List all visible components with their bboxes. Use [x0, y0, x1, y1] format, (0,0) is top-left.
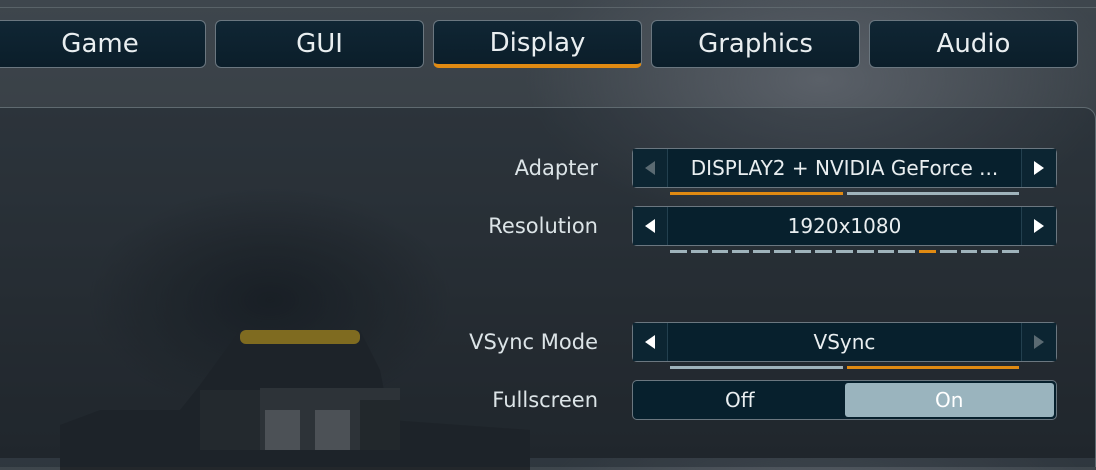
option-indicator-segment — [670, 366, 843, 369]
top-divider — [0, 7, 1096, 8]
fullscreen-off-option[interactable]: Off — [635, 383, 845, 417]
chevron-left-icon — [645, 161, 655, 175]
option-indicator-segment — [670, 250, 687, 253]
chevron-left-icon — [645, 219, 655, 233]
vsync-mode-value: VSync — [813, 330, 876, 354]
tab-label: Graphics — [698, 29, 813, 59]
option-indicator-segment — [753, 250, 770, 253]
option-indicator-segment — [877, 250, 895, 253]
tab-label: Audio — [936, 29, 1011, 59]
vsync-mode-selector[interactable]: VSync — [632, 322, 1057, 362]
tab-graphics[interactable]: Graphics — [651, 20, 860, 68]
tab-audio[interactable]: Audio — [869, 20, 1078, 68]
chevron-left-icon — [645, 335, 655, 349]
tab-display[interactable]: Display — [433, 20, 642, 68]
resolution-option-indicator — [670, 250, 1020, 253]
chevron-right-icon — [1034, 219, 1044, 233]
option-indicator-segment — [898, 250, 916, 253]
option-indicator-segment — [939, 250, 957, 253]
fullscreen-on-option[interactable]: On — [844, 383, 1054, 417]
adapter-next-button[interactable] — [1021, 149, 1056, 187]
option-indicator-segment — [794, 250, 812, 253]
chevron-right-icon — [1034, 161, 1044, 175]
option-indicator-segment — [836, 250, 853, 253]
fullscreen-toggle[interactable]: Off On — [632, 380, 1057, 420]
vsync-prev-button[interactable] — [633, 323, 668, 361]
option-indicator-segment — [670, 192, 843, 195]
option-indicator-segment — [981, 250, 999, 253]
adapter-value: DISPLAY2 + NVIDIA GeForce ... — [690, 156, 999, 180]
tab-label: Display — [489, 27, 586, 58]
option-indicator-segment — [846, 366, 1019, 369]
vsync-next-button[interactable] — [1021, 323, 1056, 361]
resolution-value: 1920x1080 — [787, 214, 902, 238]
vsync-option-indicator — [670, 366, 1019, 369]
option-indicator-segment — [960, 250, 978, 253]
tab-gui[interactable]: GUI — [215, 20, 424, 68]
option-indicator-segment — [711, 250, 729, 253]
option-indicator-segment — [856, 250, 874, 253]
resolution-prev-button[interactable] — [633, 207, 668, 245]
resolution-selector[interactable]: 1920x1080 — [632, 206, 1057, 246]
option-indicator-segment — [773, 250, 791, 253]
tab-label: GUI — [296, 29, 343, 59]
adapter-selector[interactable]: DISPLAY2 + NVIDIA GeForce ... — [632, 148, 1057, 188]
fullscreen-label: Fullscreen — [492, 388, 598, 412]
option-indicator-segment — [815, 250, 833, 253]
adapter-option-indicator — [670, 192, 1019, 195]
resolution-next-button[interactable] — [1021, 207, 1056, 245]
tab-game[interactable]: Game — [0, 20, 206, 68]
chevron-right-icon — [1034, 335, 1044, 349]
resolution-label: Resolution — [488, 214, 598, 238]
option-indicator-segment — [690, 250, 708, 253]
option-indicator-segment — [1002, 250, 1020, 253]
settings-tab-bar: Game GUI Display Graphics Audio — [0, 20, 1096, 70]
vsync-mode-label: VSync Mode — [469, 330, 598, 354]
option-indicator-segment — [846, 192, 1019, 195]
tab-label: Game — [61, 29, 139, 59]
option-indicator-segment — [919, 250, 936, 253]
adapter-prev-button[interactable] — [633, 149, 668, 187]
option-indicator-segment — [732, 250, 750, 253]
adapter-label: Adapter — [514, 156, 598, 180]
